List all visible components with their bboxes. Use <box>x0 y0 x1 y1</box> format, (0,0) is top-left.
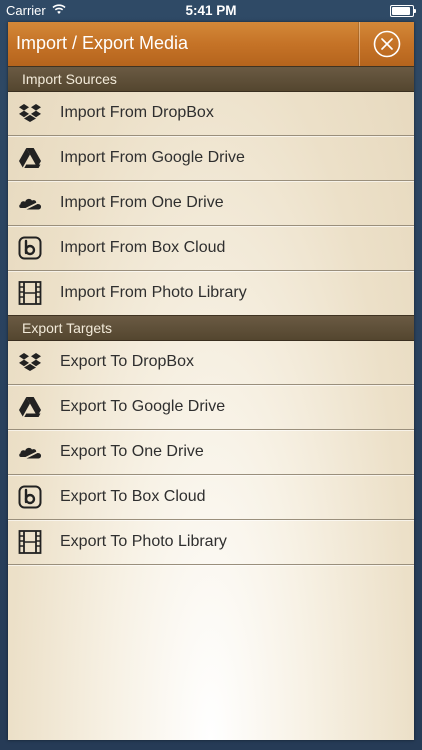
export-box-row[interactable]: Export To Box Cloud <box>8 475 414 520</box>
import-photo-library-row[interactable]: Import From Photo Library <box>8 271 414 316</box>
dropbox-icon <box>19 104 41 122</box>
status-time: 5:41 PM <box>185 3 237 18</box>
section-title: Export Targets <box>22 320 113 336</box>
film-icon <box>18 530 42 554</box>
import-onedrive-row[interactable]: Import From One Drive <box>8 181 414 226</box>
import-dropbox-row[interactable]: Import From DropBox <box>8 91 414 136</box>
row-label: Import From Box Cloud <box>60 239 226 256</box>
film-icon <box>18 281 42 305</box>
panel-header: Import / Export Media <box>8 22 414 67</box>
row-label: Export To DropBox <box>60 353 194 370</box>
import-sources-header: Import Sources <box>8 66 414 92</box>
battery-icon <box>390 5 416 17</box>
import-box-row[interactable]: Import From Box Cloud <box>8 226 414 271</box>
row-label: Export To Box Cloud <box>60 488 206 505</box>
onedrive-icon <box>19 198 42 210</box>
row-label: Export To Google Drive <box>60 398 226 415</box>
dropbox-icon <box>19 353 41 371</box>
close-icon[interactable] <box>372 29 402 59</box>
box-icon <box>18 485 42 509</box>
row-label: Import From Google Drive <box>60 149 245 166</box>
import-google-drive-row[interactable]: Import From Google Drive <box>8 136 414 181</box>
row-label: Import From One Drive <box>60 194 224 211</box>
onedrive-icon <box>19 447 42 459</box>
export-photo-library-row[interactable]: Export To Photo Library <box>8 520 414 565</box>
google-drive-icon <box>19 148 41 168</box>
export-google-drive-row[interactable]: Export To Google Drive <box>8 385 414 430</box>
export-targets-header: Export Targets <box>8 315 414 341</box>
import-export-panel: Import / Export Media Import Sources Imp… <box>8 22 414 740</box>
section-title: Import Sources <box>22 71 117 87</box>
status-bar: Carrier 5:41 PM <box>0 0 422 22</box>
export-onedrive-row[interactable]: Export To One Drive <box>8 430 414 475</box>
header-divider <box>359 22 360 66</box>
box-icon <box>18 236 42 260</box>
page-title: Import / Export Media <box>16 33 189 53</box>
row-label: Import From Photo Library <box>60 284 247 301</box>
export-dropbox-row[interactable]: Export To DropBox <box>8 340 414 385</box>
row-label: Import From DropBox <box>60 104 214 121</box>
google-drive-icon <box>19 397 41 417</box>
row-label: Export To Photo Library <box>60 533 227 550</box>
row-label: Export To One Drive <box>60 443 204 460</box>
